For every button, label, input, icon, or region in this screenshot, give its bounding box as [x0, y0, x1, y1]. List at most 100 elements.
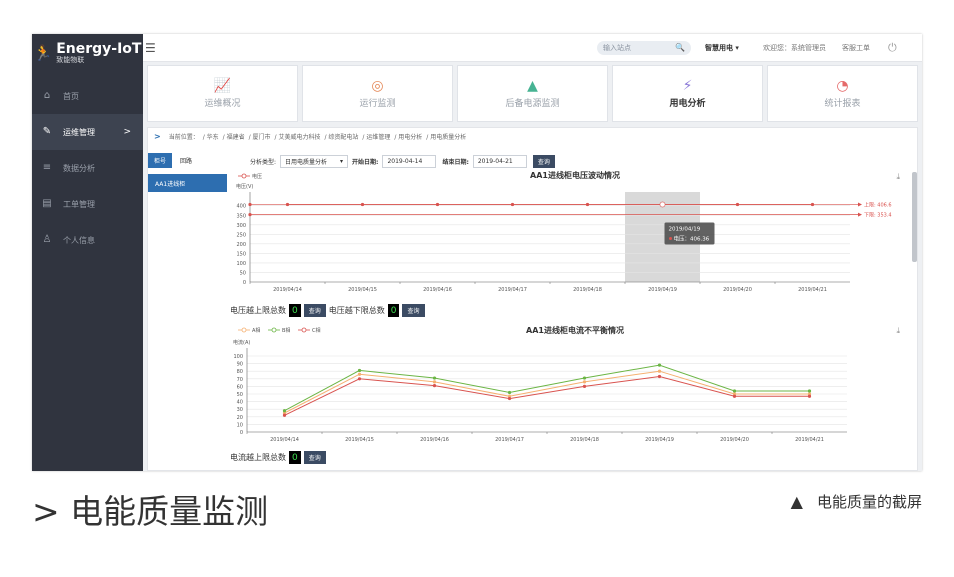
- data-point: [435, 202, 440, 207]
- service-ticket-link[interactable]: 客服工单: [842, 43, 870, 53]
- limit-dot: [248, 213, 252, 217]
- sidebar-item-3[interactable]: ▤ 工单管理: [32, 186, 143, 222]
- lower-limit-label: 下限: 353.4: [864, 212, 892, 219]
- voltage-lower-count: 0: [387, 304, 400, 317]
- menu-toggle-icon[interactable]: ☰: [145, 41, 159, 55]
- analysis-type-select[interactable]: 日用电质量分析 ▾: [280, 155, 349, 168]
- x-tick-label: 2019/04/14: [270, 437, 299, 443]
- breadcrumb-item[interactable]: / 福建省: [223, 132, 245, 141]
- end-date-input[interactable]: 2019-04-21: [472, 155, 527, 168]
- data-point: [659, 201, 666, 208]
- sidebar-item-label: 运维管理: [63, 127, 95, 137]
- analysis-type-value: 日用电质量分析: [285, 159, 328, 166]
- current-chart: AA1进线柜电流不平衡情况 ⤓ 0 10 20 30 40 50 60 70 80 90 100 20…: [230, 324, 920, 444]
- data-point: [585, 202, 590, 207]
- breadcrumb-item[interactable]: / 用电质量分析: [426, 132, 466, 141]
- module-tab-3[interactable]: ⚡ 用电分析: [612, 65, 763, 122]
- download-icon[interactable]: ⤓: [896, 326, 900, 336]
- power-off-icon[interactable]: ⏻: [888, 41, 897, 55]
- breadcrumb-item[interactable]: / 综资配电站: [324, 132, 358, 141]
- caption-note-text: 电能质量的截屏: [816, 493, 922, 511]
- battery-icon: ▲: [527, 77, 538, 94]
- app-window: 🏃 Energy-IoT 致能物联 ⌂ 首页 ✎ 运维管理 > ≡ 数据分析 ▤ 工单管理 ♙ 个人…: [32, 34, 922, 471]
- module-tab-2[interactable]: ▲ 后备电源监测: [457, 65, 608, 122]
- tooltip-date: 2019/04/19: [669, 227, 701, 233]
- module-label: 统计报表: [824, 98, 861, 109]
- x-tick-label: 2019/04/17: [498, 287, 527, 293]
- tab-0[interactable]: 柜号: [148, 153, 173, 168]
- start-date-input[interactable]: 2019-04-14: [382, 155, 437, 168]
- y-tick-label: 0: [243, 280, 246, 286]
- download-icon[interactable]: ⤓: [896, 172, 900, 182]
- module-tab-1[interactable]: ◎ 运行监测: [302, 65, 453, 122]
- breadcrumb-item[interactable]: / 艾美威电力科技: [275, 132, 321, 141]
- sidebar-item-1[interactable]: ✎ 运维管理 >: [32, 114, 143, 150]
- voltage-upper-query-button[interactable]: 查询: [303, 304, 326, 317]
- tooltip-value: 电压：406.36: [674, 235, 710, 243]
- y-tick-label: 80: [237, 369, 243, 375]
- database-icon: ≡: [42, 162, 52, 173]
- logo-subtitle: 致能物联: [56, 55, 85, 64]
- tree-node-aa1[interactable]: AA1进线柜: [148, 174, 227, 192]
- scrollbar[interactable]: [912, 172, 917, 262]
- sidebar-item-0[interactable]: ⌂ 首页: [32, 78, 143, 114]
- chevron-right-icon: >: [123, 127, 131, 137]
- logo: 🏃 Energy-IoT 致能物联: [32, 34, 143, 72]
- logo-runner-icon: 🏃: [33, 44, 53, 62]
- voltage-lower-query-button[interactable]: 查询: [402, 304, 425, 317]
- breadcrumb-item[interactable]: / 华东: [203, 132, 219, 141]
- data-point: [657, 374, 662, 379]
- module-label: 用电分析: [669, 98, 706, 109]
- data-point: [507, 390, 512, 395]
- breadcrumb-item[interactable]: / 用电分析: [394, 132, 422, 141]
- caption-note: ▲ 电能质量的截屏: [791, 491, 922, 512]
- voltage-chart: AA1进线柜电压波动情况 ⤓ 0 50 100 150 200 250 300 350 400 2…: [230, 170, 920, 298]
- breadcrumb-item[interactable]: / 运维管理: [362, 132, 390, 141]
- voltage-upper-label: 电压越上限总数: [230, 306, 286, 315]
- y-tick-label: 200: [236, 242, 246, 248]
- current-upper-count: 0: [289, 451, 301, 464]
- pie-chart-icon: ◔: [836, 77, 849, 94]
- filter-bar: 分析类型: 日用电质量分析 ▾ 开始日期: 2019-04-14 结束日期: 20…: [250, 155, 555, 168]
- data-point: [657, 369, 662, 373]
- data-point: [432, 376, 437, 380]
- y-tick-label: 60: [237, 384, 243, 390]
- query-button[interactable]: 查询: [532, 155, 555, 168]
- sidebar: 🏃 Energy-IoT 致能物联 ⌂ 首页 ✎ 运维管理 > ≡ 数据分析 ▤ 工单管理 ♙ 个人…: [32, 34, 143, 471]
- data-point: [732, 394, 737, 398]
- y-tick-label: 30: [237, 407, 243, 413]
- end-date-label: 结束日期:: [442, 159, 469, 166]
- search-icon[interactable]: 🔍: [675, 43, 685, 52]
- module-tab-0[interactable]: 📈 运维概况: [147, 65, 298, 122]
- x-tick-label: 2019/04/19: [645, 437, 674, 443]
- module-tab-4[interactable]: ◔ 统计报表: [767, 65, 918, 122]
- sidebar-item-label: 个人信息: [63, 235, 95, 245]
- smart-power-menu[interactable]: 智慧用电 ▾: [705, 43, 739, 53]
- breadcrumb-item[interactable]: / 厦门市: [249, 132, 271, 141]
- x-tick-label: 2019/04/14: [273, 287, 302, 293]
- tab-1[interactable]: 回路: [174, 153, 198, 168]
- x-tick-label: 2019/04/15: [345, 437, 374, 443]
- sidebar-item-4[interactable]: ♙ 个人信息: [32, 222, 143, 258]
- data-point: [360, 202, 365, 207]
- current-stats: 电流越上限总数 0 查询: [230, 451, 326, 464]
- document-icon: ▤: [42, 198, 52, 209]
- x-tick-label: 2019/04/16: [423, 287, 452, 293]
- x-tick-label: 2019/04/20: [723, 287, 752, 293]
- y-tick-label: 350: [236, 213, 246, 219]
- voltage-upper-count: 0: [289, 304, 301, 317]
- voltage-chart-svg: 0 50 100 150 200 250 300 350 400 2019/04/14 2019/0…: [236, 173, 892, 293]
- data-point: [510, 202, 515, 207]
- x-tick-label: 2019/04/20: [720, 437, 749, 443]
- search-input[interactable]: 输入站点 🔍: [597, 40, 691, 55]
- voltage-chart-title: AA1进线柜电压波动情况: [530, 171, 620, 180]
- current-upper-label: 电流越上限总数: [230, 453, 286, 462]
- data-point: [657, 363, 662, 367]
- tooltip: 2019/04/19 电压：406.36: [664, 222, 715, 245]
- tooltip-dot: [669, 237, 672, 241]
- sidebar-item-2[interactable]: ≡ 数据分析: [32, 150, 143, 186]
- current-upper-query-button[interactable]: 查询: [303, 451, 326, 464]
- x-tick-label: 2019/04/21: [795, 437, 824, 443]
- y-tick-label: 150: [236, 251, 246, 257]
- series-line: [284, 364, 810, 412]
